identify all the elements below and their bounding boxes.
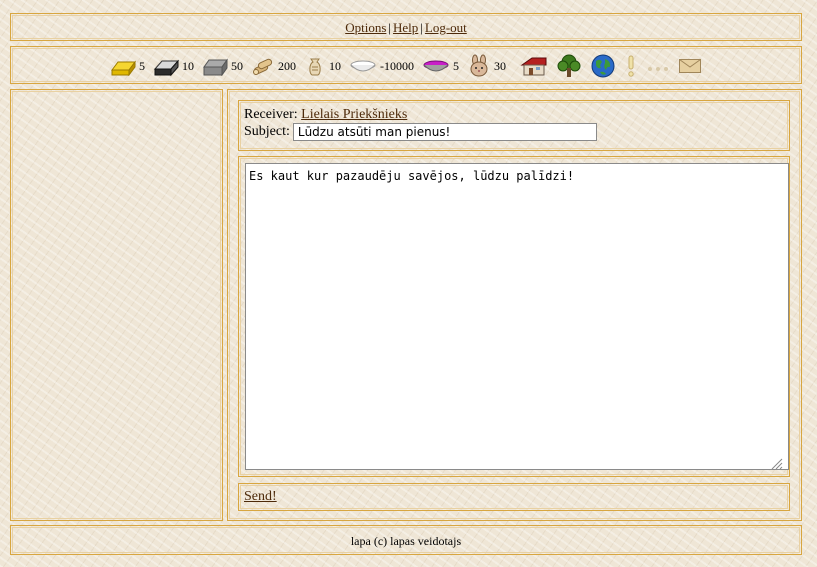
resource-grain: 10 [304,55,341,77]
alert-button[interactable] [624,54,638,78]
more-button[interactable] [646,59,670,73]
resource-value: 50 [231,58,243,73]
iron-bar-icon [153,56,179,76]
resource-wood: 200 [251,56,296,76]
resource-stone: 50 [202,56,243,76]
send-bar: Send! [238,483,790,511]
footer-text: lapa (c) lapas veidotajs [350,534,462,548]
left-panel [10,89,223,521]
message-header: Receiver: Lielais Priekšnieks Subject: L… [238,100,790,151]
resource-value: 5 [453,58,459,73]
send-button[interactable]: Send! [244,489,277,505]
resource-value: -10000 [380,58,414,73]
house-icon [520,55,548,77]
nav-separator: | [420,20,423,35]
resource-gold: 5 [110,56,145,76]
subject-row: Subject: Lūdzu atsūti man pienus! [244,123,597,141]
berry-bowl-icon [422,57,450,75]
resource-rabbit: 30 [467,54,506,78]
receiver-link[interactable]: Lielais Priekšnieks [301,107,407,122]
receiver-row: Receiver: Lielais Priekšnieks [244,107,407,123]
resource-value: 30 [494,58,506,73]
nav-separator: | [388,20,391,35]
message-textarea[interactable]: Es kaut kur pazaudēju savējos, lūdzu pal… [245,163,789,470]
globe-icon [590,53,616,79]
resource-berries: 5 [422,57,459,75]
grain-sack-icon [304,55,326,77]
message-body-box: Es kaut kur pazaudēju savējos, lūdzu pal… [238,156,790,477]
wood-logs-icon [251,56,275,76]
options-link[interactable]: Options [345,20,386,35]
resource-value: 200 [278,58,296,73]
logout-link[interactable]: Log-out [425,20,467,35]
resource-milk: -10000 [349,57,414,75]
subject-label: Subject: [244,124,290,139]
resource-value: 5 [139,58,145,73]
house-button[interactable] [520,55,548,77]
rabbit-icon [467,54,491,78]
exclamation-icon [624,54,638,78]
ellipsis-icon [646,59,670,73]
tree-icon [556,53,582,79]
gold-bar-icon [110,56,136,76]
resize-grip-icon[interactable] [769,456,783,470]
stone-icon [202,56,228,76]
top-nav-bar: Options | Help | Log-out [10,13,802,41]
resource-bar: 5 10 50 200 10 -10000 5 30 [10,46,802,84]
mail-button[interactable] [678,57,702,75]
resource-value: 10 [329,58,341,73]
resource-value: 10 [182,58,194,73]
resource-iron: 10 [153,56,194,76]
milk-bowl-icon [349,57,377,75]
mail-icon [678,57,702,75]
footer: lapa (c) lapas veidotajs [10,525,802,555]
receiver-label: Receiver: [244,107,298,122]
tree-button[interactable] [556,53,582,79]
subject-input[interactable]: Lūdzu atsūti man pienus! [292,123,597,141]
help-link[interactable]: Help [393,20,418,35]
globe-button[interactable] [590,53,616,79]
